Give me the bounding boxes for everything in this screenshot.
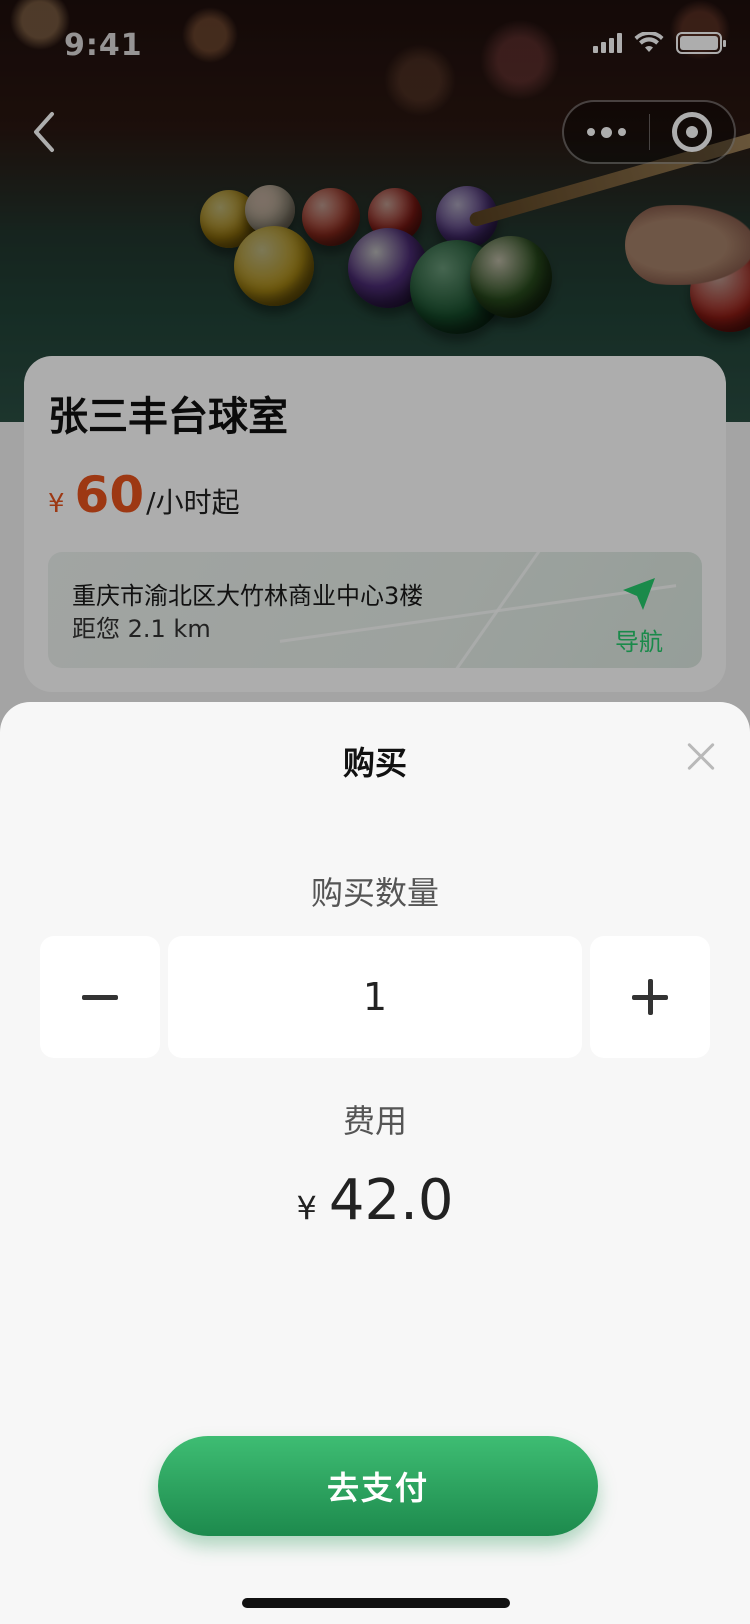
quantity-stepper: 1 xyxy=(40,936,710,1058)
quantity-label: 购买数量 xyxy=(310,874,439,912)
close-icon[interactable] xyxy=(686,742,716,772)
decrease-button[interactable] xyxy=(40,936,160,1058)
pay-button[interactable]: 去支付 xyxy=(158,1436,598,1536)
venue-distance: 距您 2.1 km xyxy=(72,615,211,643)
sheet-title: 购买 xyxy=(342,744,407,782)
fee-value: 42.0 xyxy=(328,1168,454,1233)
fee-label: 费用 xyxy=(342,1102,407,1140)
navigate-label: 导航 xyxy=(615,628,663,656)
purchase-sheet: 购买 购买数量 1 费用 ¥ 42.0 去支付 xyxy=(0,702,750,1624)
minus-icon xyxy=(82,994,118,1000)
navigate-button[interactable]: 导航 xyxy=(604,574,674,657)
increase-button[interactable] xyxy=(590,936,710,1058)
quantity-value[interactable]: 1 xyxy=(168,936,582,1058)
home-indicator xyxy=(242,1598,510,1608)
fee-currency: ¥ xyxy=(296,1189,317,1227)
venue-address: 重庆市渝北区大竹林商业中心3楼 xyxy=(72,582,424,610)
paper-plane-icon xyxy=(623,578,655,610)
plus-icon xyxy=(632,979,668,1015)
fee-amount: ¥ 42.0 xyxy=(0,1168,750,1233)
